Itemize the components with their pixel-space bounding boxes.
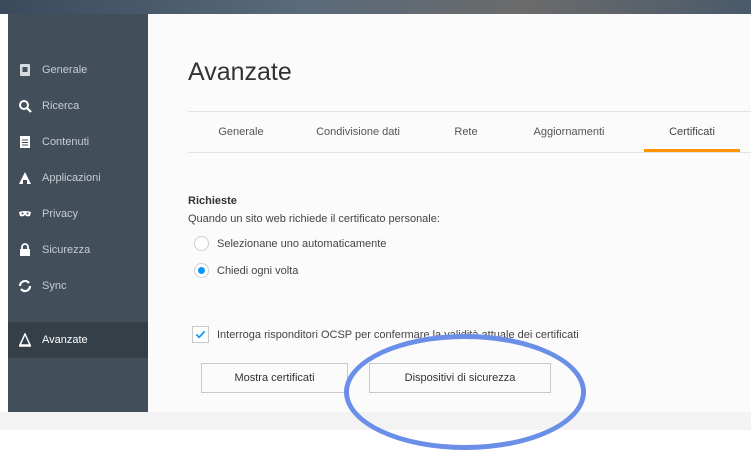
sidebar-item-label: Applicazioni [42,172,101,184]
sidebar-item-label: Contenuti [42,136,90,148]
preferences-sidebar: Generale Ricerca Contenuti Applicazioni … [8,14,148,412]
general-icon [18,63,32,77]
sidebar-item-applicazioni[interactable]: Applicazioni [8,160,148,196]
applications-icon [18,171,32,185]
content-icon [18,135,32,149]
radio-label: Selezionane uno automaticamente [217,237,387,250]
privacy-mask-icon [18,207,32,221]
radio-ask-every-time[interactable]: Chiedi ogni volta [194,263,298,278]
requests-description: Quando un sito web richiede il certifica… [188,213,440,225]
lock-icon [18,243,32,257]
radio-select-automatically[interactable]: Selezionane uno automaticamente [194,236,386,251]
tab-aggiornamenti[interactable]: Aggiornamenti [510,112,628,152]
tab-certificati[interactable]: Certificati [644,112,740,152]
sidebar-item-sicurezza[interactable]: Sicurezza [8,232,148,268]
window-top-strip [0,0,751,14]
ocsp-checkbox-row[interactable]: Interroga risponditori OCSP per conferma… [192,326,579,343]
preferences-main-panel: Avanzate Generale Condivisione dati Rete… [148,14,751,412]
sync-icon [18,279,32,293]
ocsp-checkbox[interactable] [192,326,209,343]
security-devices-button[interactable]: Dispositivi di sicurezza [369,363,551,393]
sidebar-item-label: Sync [42,280,67,292]
sidebar-item-generale[interactable]: Generale [8,52,148,88]
advanced-icon [18,333,32,347]
requests-heading: Richieste [188,195,237,207]
sidebar-item-contenuti[interactable]: Contenuti [8,124,148,160]
window-bottom-strip [0,412,751,430]
page-title: Avanzate [188,58,292,86]
tab-generale[interactable]: Generale [205,112,277,152]
sidebar-item-label: Privacy [42,208,79,220]
tab-rete[interactable]: Rete [440,112,492,152]
sidebar-item-label: Sicurezza [42,244,91,256]
radio-label: Chiedi ogni volta [217,264,299,277]
advanced-tab-bar: Generale Condivisione dati Rete Aggiorna… [188,111,751,153]
radio-button-unchecked[interactable] [194,236,209,251]
ocsp-label: Interroga risponditori OCSP per conferma… [217,328,579,341]
sidebar-item-sync[interactable]: Sync [8,268,148,304]
checkmark-icon [195,330,206,339]
tab-condivisione-dati[interactable]: Condivisione dati [296,112,420,152]
sidebar-item-privacy[interactable]: Privacy [8,196,148,232]
sidebar-item-avanzate[interactable]: Avanzate [8,322,148,358]
search-icon [18,99,32,113]
sidebar-item-ricerca[interactable]: Ricerca [8,88,148,124]
sidebar-item-label: Generale [42,64,88,76]
sidebar-item-label: Avanzate [42,334,88,346]
sidebar-item-label: Ricerca [42,100,80,112]
show-certificates-button[interactable]: Mostra certificati [201,363,348,393]
radio-button-checked[interactable] [194,263,209,278]
